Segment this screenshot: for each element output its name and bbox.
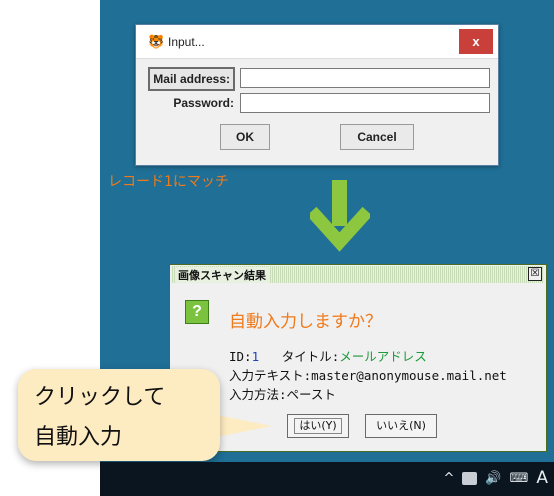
keyboard-icon[interactable]: ⌨	[510, 471, 529, 486]
mail-row: Mail address:	[144, 67, 490, 91]
scan-dialog-title: 画像スキャン結果	[176, 267, 270, 283]
down-arrow-icon	[310, 180, 370, 252]
ok-button[interactable]: OK	[220, 124, 270, 150]
network-icon[interactable]	[462, 471, 478, 485]
question-text: 自動入力しますか？	[229, 312, 382, 332]
question-icon: ?	[185, 300, 209, 324]
chevron-up-icon[interactable]: ^	[444, 471, 455, 486]
scan-dialog-titlebar: 画像スキャン結果 ☒	[172, 266, 544, 283]
mail-address-field[interactable]	[240, 68, 490, 88]
yes-button[interactable]: はい(Y)	[287, 414, 349, 438]
input-method-line: 入力方法:ペースト	[229, 387, 336, 402]
cancel-button[interactable]: Cancel	[340, 124, 414, 150]
id-line: ID:1 タイトル:メールアドレス	[229, 349, 427, 364]
input-dialog-title: Input...	[168, 35, 205, 49]
input-dialog-titlebar: 🐯 Input... x	[136, 25, 498, 59]
no-button[interactable]: いいえ(N)	[365, 414, 437, 438]
taskbar: ^ 🔊 ⌨ A	[100, 462, 554, 496]
mail-address-label: Mail address:	[148, 67, 235, 91]
close-icon[interactable]: ☒	[528, 267, 542, 281]
input-dialog: 🐯 Input... x Mail address: Password: OK …	[135, 24, 499, 166]
close-icon[interactable]: x	[472, 34, 479, 49]
volume-icon[interactable]: 🔊	[485, 471, 501, 486]
ime-indicator[interactable]: A	[536, 468, 548, 488]
close-button[interactable]: x	[459, 29, 493, 54]
password-field[interactable]	[240, 93, 490, 113]
input-text-line: 入力テキスト:master@anonymouse.mail.net	[229, 368, 507, 383]
password-label: Password:	[173, 96, 234, 110]
password-row: Password:	[144, 92, 490, 114]
callout-line-2: 自動入力	[34, 425, 123, 450]
callout-line-1: クリックして	[34, 385, 166, 410]
app-icon: 🐯	[148, 34, 165, 49]
callout-tail	[212, 414, 272, 438]
system-tray: ^ 🔊 ⌨ A	[444, 468, 549, 488]
match-note: レコード1にマッチ	[108, 174, 229, 190]
callout-bubble: クリックして 自動入力	[18, 369, 220, 461]
